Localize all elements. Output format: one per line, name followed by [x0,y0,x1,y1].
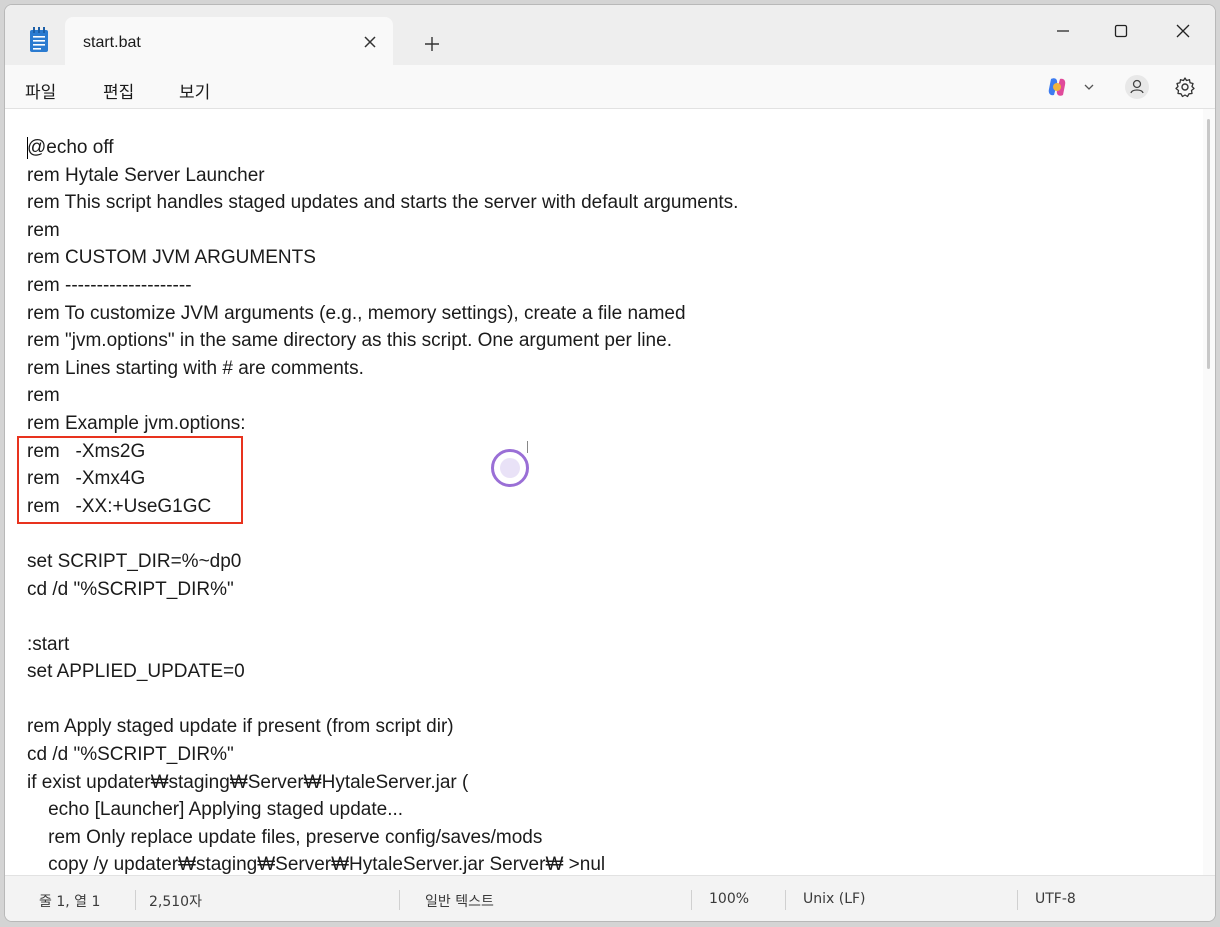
editor-line: cd /d "%SCRIPT_DIR%" [27,578,234,600]
editor-line: rem To customize JVM arguments (e.g., me… [27,302,686,324]
editor-line: rem CUSTOM JVM ARGUMENTS [27,247,316,269]
notepad-window: start.bat 파일 편집 보기 @echo off rem Hytale … [4,4,1216,922]
close-tab-icon[interactable] [357,29,383,55]
status-zoom[interactable]: 100% [709,891,749,907]
account-icon[interactable] [1123,73,1151,101]
scrollbar-thumb[interactable] [1207,119,1210,369]
tab-title: start.bat [83,34,141,51]
status-encoding[interactable]: UTF-8 [1035,891,1076,907]
status-line-ending[interactable]: Unix (LF) [803,891,866,907]
editor-line: set SCRIPT_DIR=%~dp0 [27,550,242,572]
notepad-icon [29,27,49,53]
editor-line: rem This script handles staged updates a… [27,192,739,214]
menu-edit[interactable]: 편집 [103,78,134,103]
status-divider [399,890,400,910]
status-bar: 줄 1, 열 1 2,510자 일반 텍스트 100% Unix (LF) UT… [5,875,1215,921]
ibeam-cursor-icon [527,441,528,453]
editor-line: rem Example jvm.options: [27,412,246,434]
mouse-cursor-ring [491,449,529,487]
editor-line: cd /d "%SCRIPT_DIR%" [27,744,234,766]
editor-line: rem "jvm.options" in the same directory … [27,330,672,352]
tab-start-bat[interactable]: start.bat [65,17,393,65]
menu-file[interactable]: 파일 [25,78,56,103]
menu-view[interactable]: 보기 [179,78,210,103]
highlight-annotation-box [17,436,243,524]
status-divider [691,890,692,910]
vertical-scrollbar[interactable] [1203,109,1215,875]
editor-line: echo [Launcher] Applying staged update..… [27,799,404,821]
editor-line: :start [27,633,70,655]
status-divider [785,890,786,910]
editor-line: copy /y updater₩staging₩Server₩HytaleSer… [27,854,606,875]
editor-line: rem Hytale Server Launcher [27,164,265,186]
status-char-count: 2,510자 [149,894,202,910]
mouse-cursor-ring-center [500,458,520,478]
editor-line: rem Apply staged update if present (from… [27,716,454,738]
status-divider [1017,890,1018,910]
editor-line: set APPLIED_UPDATE=0 [27,661,245,683]
maximize-icon[interactable] [1095,11,1147,51]
editor-line: if exist updater₩staging₩Server₩HytaleSe… [27,771,469,793]
editor-line: rem Lines starting with # are comments. [27,357,364,379]
status-divider [135,890,136,910]
settings-gear-icon[interactable] [1171,73,1199,101]
minimize-icon[interactable] [1037,11,1089,51]
status-text-type: 일반 텍스트 [425,894,494,910]
text-caret [27,137,28,159]
close-window-icon[interactable] [1157,11,1209,51]
editor-line: rem [27,219,60,241]
menu-bar: 파일 편집 보기 [5,65,1215,109]
editor-line: rem [27,385,60,407]
copilot-icon[interactable] [1043,73,1071,101]
editor-line: rem Only replace update files, preserve … [27,826,543,848]
status-cursor-position: 줄 1, 열 1 [39,894,101,910]
new-tab-icon[interactable] [417,29,447,59]
chevron-down-icon[interactable] [1075,73,1103,101]
editor-line: rem -------------------- [27,274,192,296]
editor-line: @echo off [27,137,114,158]
text-editor[interactable]: @echo off rem Hytale Server Launcher rem T… [5,109,1205,875]
title-bar: start.bat [5,5,1215,65]
